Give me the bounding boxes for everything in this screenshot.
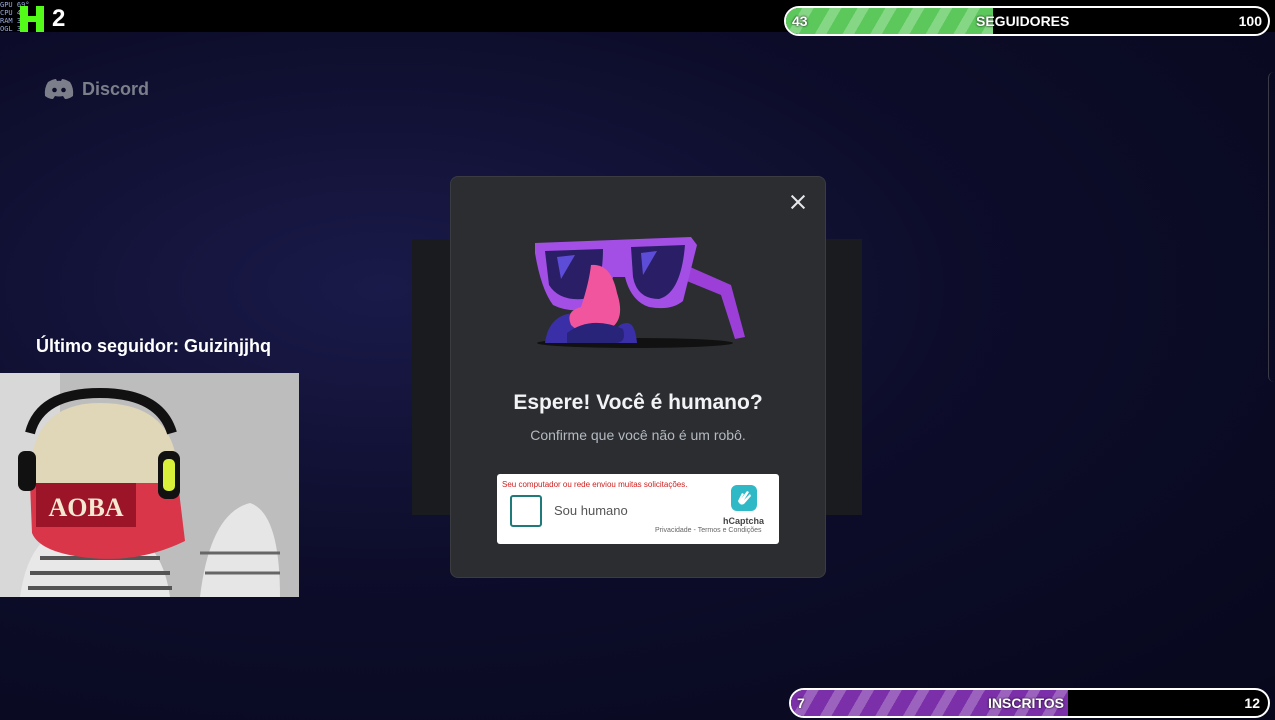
hcaptcha-brand: hCaptcha [723, 516, 765, 526]
subscribers-goal-bar: 7 INSCRITOS 12 [789, 688, 1270, 718]
hcaptcha-widget: Seu computador ou rede enviou muitas sol… [497, 474, 779, 544]
checkbox-label: Sou humano [554, 503, 628, 518]
webcam-illustration: AOBA [0, 373, 299, 597]
subscribers-label: INSCRITOS [988, 695, 1064, 711]
privacy-link[interactable]: Privacidade [655, 527, 692, 534]
discord-brand: Discord [44, 78, 149, 100]
followers-progress-fill [786, 8, 994, 34]
followers-goal-bar: 43 SEGUIDORES 100 [784, 6, 1270, 36]
subscribers-goal: 12 [1244, 695, 1260, 711]
human-checkbox[interactable] [510, 495, 542, 527]
terms-link[interactable]: Termos e Condições [698, 527, 762, 534]
disguise-glasses-icon [535, 237, 745, 348]
kick-number: 2 [52, 5, 66, 32]
hcaptcha-logo-icon [731, 485, 757, 511]
captcha-modal: Espere! Você é humano? Confirme que você… [450, 176, 826, 578]
modal-subtitle: Confirme que você não é um robô. [530, 427, 746, 443]
modal-title: Espere! Você é humano? [513, 391, 763, 414]
captcha-error-message: Seu computador ou rede enviou muitas sol… [502, 480, 688, 489]
subscribers-current: 7 [797, 695, 805, 711]
last-follower-text: Último seguidor: Guizinjjhq [36, 336, 271, 356]
webcam-feed: AOBA [0, 373, 299, 597]
discord-wordmark: Discord [82, 78, 150, 99]
cap-text: AOBA [48, 493, 123, 522]
captcha-links: Privacidade - Termos e Condições [655, 527, 762, 534]
kick-logo-icon [20, 6, 44, 32]
followers-current: 43 [792, 13, 808, 29]
side-scroll-edge [1268, 72, 1275, 382]
followers-goal: 100 [1238, 13, 1262, 29]
discord-logo-icon [44, 79, 74, 99]
close-icon[interactable] [787, 191, 809, 213]
followers-label: SEGUIDORES [976, 13, 1070, 29]
performance-overlay: GPU 69° CPU 44° RAM 35° OGL 30 FPS 2 [0, 0, 70, 42]
